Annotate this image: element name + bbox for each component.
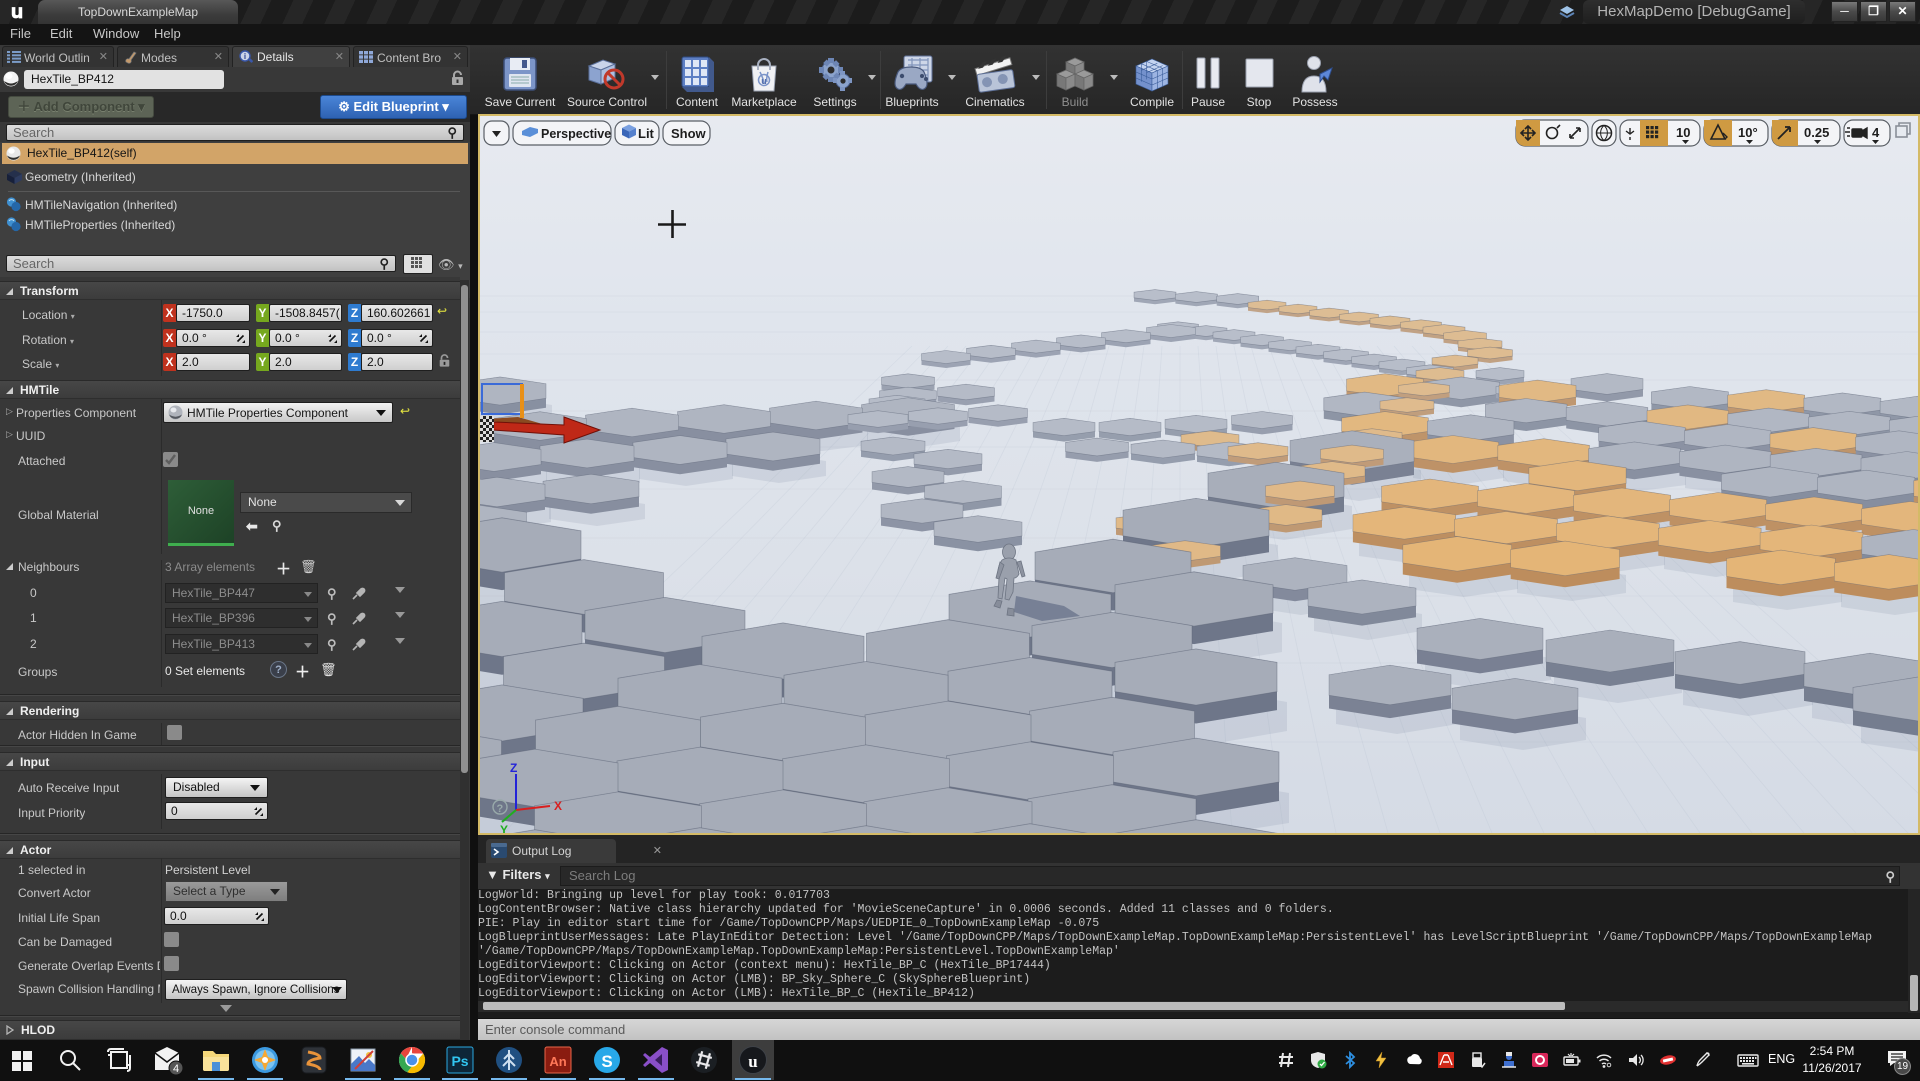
svg-text:Ps: Ps [451,1053,468,1069]
svg-text:?: ? [497,803,504,815]
svg-text:u: u [761,76,767,86]
svg-text:Lit: Lit [638,126,655,141]
svg-text:4: 4 [173,1063,179,1075]
svg-text:0.25: 0.25 [1804,125,1829,140]
svg-text:An: An [549,1054,566,1069]
svg-text:Show: Show [671,126,707,141]
svg-text:Z: Z [510,761,517,775]
svg-text:10°: 10° [1738,125,1758,140]
svg-text:i: i [244,52,246,61]
svg-text:Perspective: Perspective [541,127,611,141]
svg-text:10: 10 [1676,125,1690,140]
svg-text:4: 4 [1872,125,1880,140]
svg-text:Y: Y [500,823,508,833]
svg-text:u: u [748,1052,757,1071]
svg-text:S: S [601,1052,612,1071]
svg-text:X: X [554,799,562,813]
